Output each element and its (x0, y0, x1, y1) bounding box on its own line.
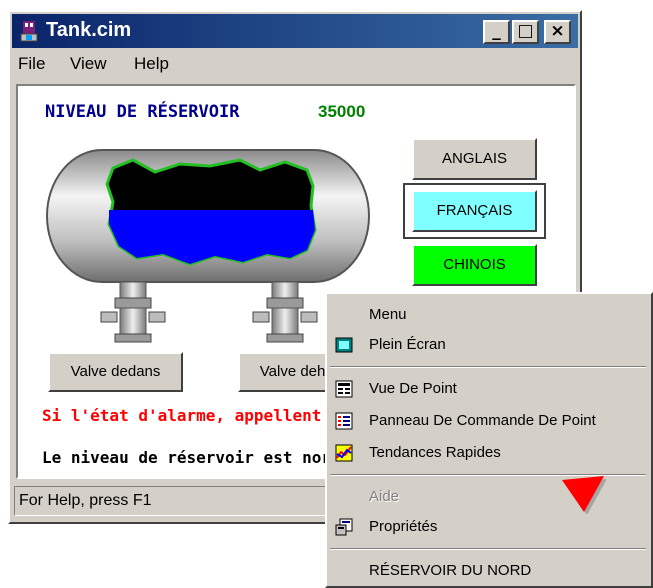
level-status-message: Le niveau de réservoir est normal (42, 448, 360, 467)
maximize-button[interactable]: □ (512, 20, 539, 44)
chinese-button[interactable]: CHINOIS (412, 244, 537, 286)
menu-file[interactable]: File (18, 54, 45, 74)
cursor-arrow-icon (562, 476, 606, 514)
menu-item-properties[interactable]: Propriétés (327, 512, 651, 542)
point-view-icon (335, 380, 353, 398)
alarm-message: Si l'état d'alarme, appellent (42, 406, 322, 425)
tank-graphic (46, 149, 370, 343)
window-title: Tank.cim (46, 19, 132, 41)
quick-trends-icon (335, 444, 353, 462)
valve-in-button[interactable]: Valve dedans (48, 352, 183, 392)
tank-app-icon (20, 21, 38, 42)
minimize-icon: _ (492, 21, 501, 41)
inlet-valve-graphic (100, 281, 166, 343)
close-icon: × (550, 21, 565, 41)
control-panel-icon (335, 412, 353, 430)
menu-item-point-view[interactable]: Vue De Point (327, 374, 651, 404)
minimize-button[interactable]: _ (483, 20, 510, 44)
close-button[interactable]: × (544, 20, 571, 44)
menu-item-point-control-panel[interactable]: Panneau De Commande De Point (327, 406, 651, 436)
menu-item-north-reservoir[interactable]: RÉSERVOIR DU NORD (327, 556, 651, 586)
outlet-valve-graphic (252, 281, 318, 343)
menu-item-fullscreen[interactable]: Plein Écran (327, 330, 651, 360)
tank-level-value: 35000 (318, 102, 366, 121)
menu-help[interactable]: Help (134, 54, 169, 74)
french-button[interactable]: FRANÇAIS (412, 190, 537, 232)
english-button[interactable]: ANGLAIS (412, 138, 537, 180)
title-bar[interactable]: Tank.cim _ □ × (12, 14, 578, 48)
menu-item-quick-trends[interactable]: Tendances Rapides (327, 438, 651, 468)
menu-separator (330, 548, 646, 550)
menu-separator (330, 366, 646, 368)
maximize-icon: □ (517, 21, 534, 41)
tank-liquid (109, 210, 315, 264)
fullscreen-icon (335, 337, 353, 353)
menu-bar: File View Help (12, 50, 578, 80)
tank-level-label: NIVEAU DE RÉSERVOIR (45, 102, 240, 122)
tank-window (105, 158, 317, 266)
menu-view[interactable]: View (70, 54, 107, 74)
properties-icon (335, 518, 353, 536)
context-menu: Menu Plein Écran Vue De Point Panneau De… (325, 292, 653, 588)
context-menu-header: Menu (369, 306, 407, 323)
